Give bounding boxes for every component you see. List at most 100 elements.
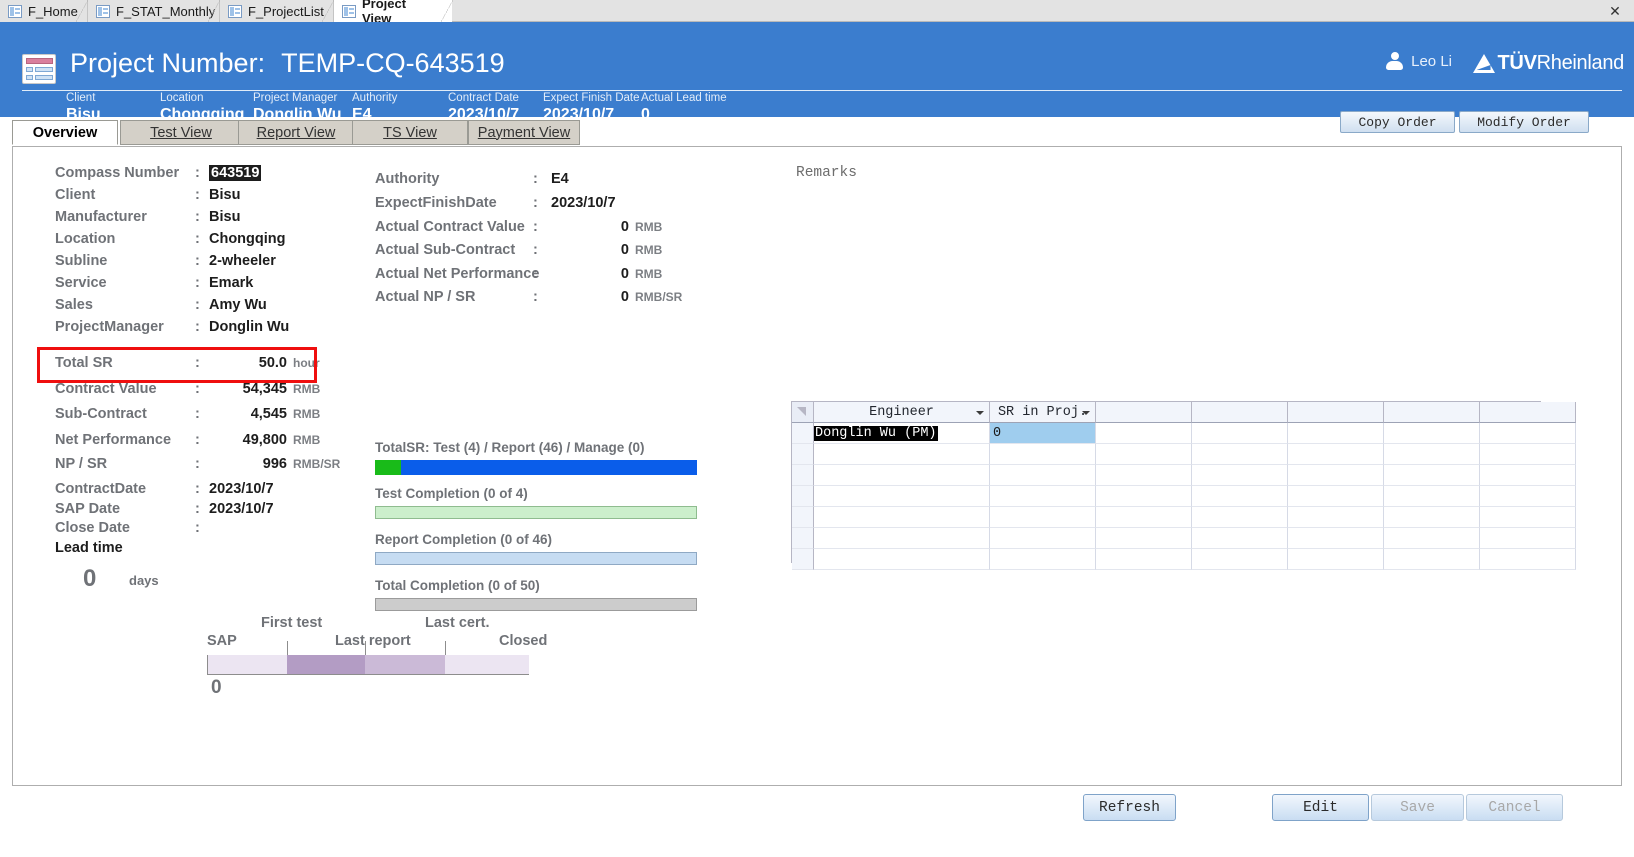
header-field-label: Actual Lead time (641, 92, 727, 104)
window-tab-f-projectlist[interactable]: F_ProjectList (220, 0, 334, 22)
row-header[interactable] (792, 507, 814, 528)
cell-blank[interactable] (1384, 444, 1480, 465)
field-contract-value: Contract Value : 54,345 RMB (55, 381, 320, 397)
table-row[interactable] (792, 444, 1576, 465)
cell-blank[interactable] (1192, 528, 1288, 549)
table-row[interactable] (792, 528, 1576, 549)
cell-blank[interactable] (1480, 549, 1576, 570)
cell-blank[interactable] (1096, 444, 1192, 465)
cell-sr-in-proj[interactable] (990, 528, 1096, 549)
cell-blank[interactable] (1288, 549, 1384, 570)
cell-blank[interactable] (1480, 423, 1576, 444)
cell-blank[interactable] (1192, 549, 1288, 570)
window-tab-f-stat-monthly[interactable]: F_STAT_Monthly (88, 0, 220, 22)
tab-report-view[interactable]: Report View (238, 120, 354, 145)
cell-sr-in-proj[interactable] (990, 507, 1096, 528)
cell-blank[interactable] (1384, 486, 1480, 507)
field-colon: : (533, 195, 538, 211)
cell-blank[interactable] (1288, 486, 1384, 507)
grid-column-header-sr-in-proj[interactable]: SR in Proj. (990, 402, 1096, 423)
grid-select-all-corner[interactable] (792, 402, 814, 423)
cell-blank[interactable] (1384, 528, 1480, 549)
cell-blank[interactable] (1480, 444, 1576, 465)
chevron-down-icon[interactable] (1082, 411, 1090, 415)
row-header[interactable] (792, 528, 814, 549)
field-unit: RMB (635, 243, 663, 257)
cell-engineer[interactable]: Donglin Wu (PM) (814, 423, 990, 444)
tab-payment-view[interactable]: Payment View (468, 120, 580, 145)
cell-engineer[interactable] (814, 507, 990, 528)
lead-time-value: 0 (83, 565, 97, 592)
cell-blank[interactable] (1096, 423, 1192, 444)
cell-blank[interactable] (1384, 423, 1480, 444)
cell-blank[interactable] (1096, 465, 1192, 486)
field-close-date: Close Date : (55, 520, 209, 536)
cell-blank[interactable] (1288, 444, 1384, 465)
cell-blank[interactable] (1384, 465, 1480, 486)
window-tab-f-home[interactable]: F_Home (0, 0, 88, 22)
tab-overview[interactable]: Overview (12, 120, 118, 145)
row-header[interactable] (792, 465, 814, 486)
cell-engineer-text: Donglin Wu (PM) (814, 425, 938, 441)
cell-blank[interactable] (1288, 423, 1384, 444)
refresh-button[interactable]: Refresh (1083, 794, 1176, 821)
cell-blank[interactable] (1096, 549, 1192, 570)
cell-blank[interactable] (1384, 549, 1480, 570)
table-row[interactable] (792, 486, 1576, 507)
tab-test-view[interactable]: Test View (120, 120, 242, 145)
chevron-down-icon[interactable] (976, 411, 984, 415)
cell-engineer[interactable] (814, 486, 990, 507)
cell-blank[interactable] (1192, 486, 1288, 507)
row-header[interactable] (792, 444, 814, 465)
cell-blank[interactable] (1480, 528, 1576, 549)
table-row[interactable] (792, 507, 1576, 528)
cell-blank[interactable] (1288, 465, 1384, 486)
milestone-label-last-report: Last report (335, 633, 411, 649)
cell-sr-in-proj[interactable] (990, 549, 1096, 570)
tab-label: Test View (150, 124, 212, 141)
cell-engineer[interactable] (814, 465, 990, 486)
cell-sr-in-proj[interactable] (990, 444, 1096, 465)
grid-column-header-engineer[interactable]: Engineer (814, 402, 990, 423)
cell-blank[interactable] (1192, 444, 1288, 465)
row-header[interactable] (792, 486, 814, 507)
row-header[interactable] (792, 423, 814, 444)
cell-blank[interactable] (1480, 507, 1576, 528)
row-header[interactable] (792, 549, 814, 570)
cell-blank[interactable] (1480, 486, 1576, 507)
window-tab-project-view[interactable]: Project View (334, 0, 453, 26)
close-icon[interactable]: ✕ (1606, 2, 1624, 20)
tab-ts-view[interactable]: TS View (352, 120, 468, 145)
field-label: Location (55, 231, 116, 247)
cell-blank[interactable] (1480, 465, 1576, 486)
cell-blank[interactable] (1192, 507, 1288, 528)
cell-blank[interactable] (1096, 486, 1192, 507)
table-row[interactable] (792, 465, 1576, 486)
tab-label: Report View (256, 124, 336, 141)
cell-blank[interactable] (1192, 465, 1288, 486)
cell-blank[interactable] (1192, 423, 1288, 444)
cell-blank[interactable] (1096, 507, 1192, 528)
table-row[interactable] (792, 549, 1576, 570)
cell-engineer[interactable] (814, 444, 990, 465)
field-label: SAP Date (55, 501, 121, 517)
cell-engineer[interactable] (814, 549, 990, 570)
cell-sr-in-proj[interactable] (990, 465, 1096, 486)
field-unit: RMB/SR (635, 290, 683, 304)
cell-sr-in-proj[interactable] (990, 486, 1096, 507)
page-title: Project Number: TEMP-CQ-643519 (70, 48, 505, 79)
field-value: Bisu (209, 187, 241, 203)
cell-engineer[interactable] (814, 528, 990, 549)
table-row[interactable]: Donglin Wu (PM) 0 (792, 423, 1576, 444)
engineer-grid[interactable]: Engineer SR in Proj. Donglin Wu (PM) 0 (791, 401, 1576, 570)
cell-sr-in-proj[interactable]: 0 (990, 423, 1096, 444)
edit-button[interactable]: Edit (1272, 794, 1369, 821)
cell-blank[interactable] (1096, 528, 1192, 549)
field-value[interactable]: 643519 (209, 165, 262, 181)
cell-blank[interactable] (1288, 528, 1384, 549)
field-label: Close Date (55, 520, 130, 536)
cell-blank[interactable] (1288, 507, 1384, 528)
field-value: 0 (620, 289, 629, 305)
cell-blank[interactable] (1384, 507, 1480, 528)
current-user[interactable]: Leo Li (1386, 52, 1452, 70)
